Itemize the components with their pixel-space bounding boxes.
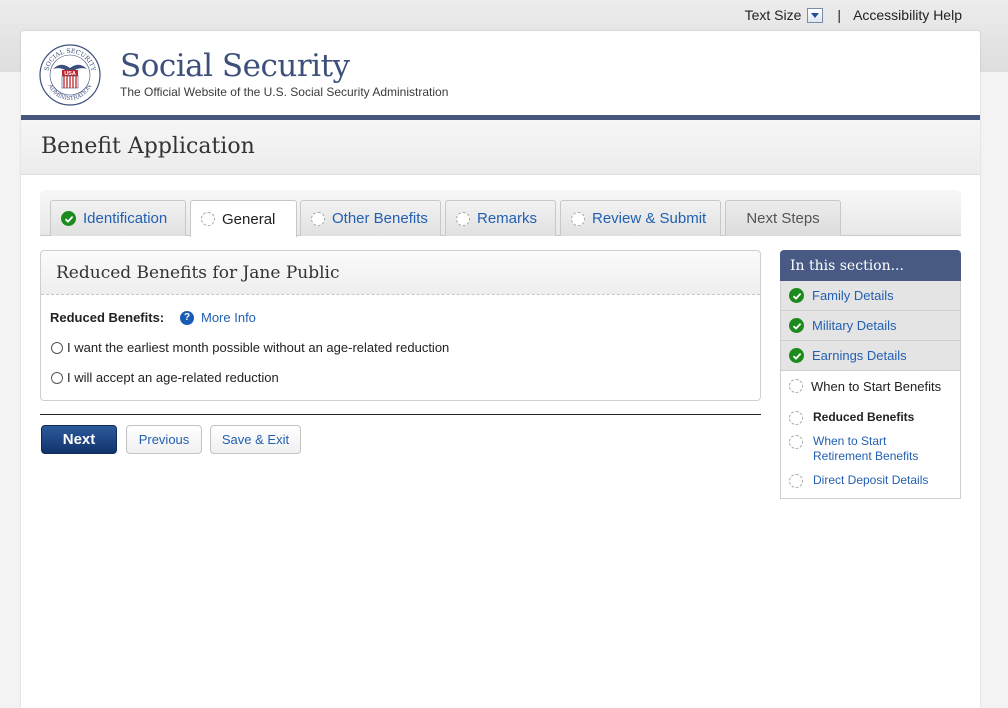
side-item-label: Family Details [812, 288, 894, 303]
check-icon [789, 318, 804, 333]
pending-circle-icon [456, 211, 470, 226]
utility-separator: | [837, 7, 842, 23]
tab-label: Other Benefits [332, 210, 428, 227]
pending-circle-icon [789, 435, 803, 449]
ssa-seal-logo[interactable]: SOCIAL SECURITY ADMINISTRATION USA [39, 44, 101, 106]
tab-other-benefits[interactable]: Other Benefits [300, 200, 441, 236]
title-band: Benefit Application [21, 120, 980, 175]
sub-item-direct-deposit[interactable]: Direct Deposit Details [781, 468, 960, 492]
side-subitems: Reduced Benefits When to Start Retiremen… [780, 401, 961, 499]
panel-title: Reduced Benefits for Jane Public [56, 263, 340, 283]
sub-item-label: Direct Deposit Details [813, 473, 929, 487]
site-title[interactable]: Social Security [120, 48, 350, 84]
sub-item-when-to-start-retirement[interactable]: When to Start Retirement Benefits [781, 429, 960, 468]
pending-circle-icon [201, 212, 215, 226]
option-label: I want the earliest month possible witho… [67, 340, 450, 355]
tab-label: Review & Submit [592, 210, 707, 227]
option-accept-reduction[interactable]: I will accept an age-related reduction [51, 370, 279, 385]
check-icon [61, 211, 76, 226]
tab-review-submit[interactable]: Review & Submit [560, 200, 721, 236]
panel-header: Reduced Benefits for Jane Public [41, 251, 760, 295]
check-icon [789, 348, 804, 363]
page-container: SOCIAL SECURITY ADMINISTRATION USA Socia… [21, 31, 980, 708]
more-info-link[interactable]: ? More Info [180, 310, 256, 325]
application-tabs: Identification General Other Benefits Re… [40, 190, 961, 237]
side-item-military-details[interactable]: Military Details [780, 311, 961, 341]
reduced-benefits-panel: Reduced Benefits for Jane Public Reduced… [40, 250, 761, 401]
side-item-family-details[interactable]: Family Details [780, 281, 961, 311]
pending-circle-icon [789, 474, 803, 488]
tab-label: Identification [83, 210, 168, 227]
tab-remarks[interactable]: Remarks [445, 200, 556, 236]
option-no-reduction[interactable]: I want the earliest month possible witho… [51, 340, 449, 355]
accessibility-help-link[interactable]: Accessibility Help [853, 7, 962, 23]
pending-circle-icon [789, 379, 803, 393]
next-button[interactable]: Next [41, 425, 117, 454]
radio-button[interactable] [51, 371, 63, 384]
site-header: SOCIAL SECURITY ADMINISTRATION USA Socia… [21, 31, 980, 120]
radio-button[interactable] [51, 341, 63, 354]
tab-label: Remarks [477, 210, 538, 227]
tab-identification[interactable]: Identification [50, 200, 186, 236]
save-exit-button[interactable]: Save & Exit [210, 425, 301, 454]
section-side-nav: In this section... Family Details Milita… [780, 250, 961, 499]
sub-item-label: When to Start Retirement Benefits [813, 434, 919, 463]
pending-circle-icon [571, 211, 585, 226]
tab-next-steps: Next Steps [725, 200, 841, 236]
site-tagline: The Official Website of the U.S. Social … [120, 85, 449, 99]
form-divider [40, 414, 761, 415]
utility-bar: Text Size | Accessibility Help [745, 7, 962, 23]
previous-button[interactable]: Previous [126, 425, 202, 454]
chevron-down-icon [811, 12, 820, 18]
side-item-when-to-start-benefits[interactable]: When to Start Benefits [780, 371, 961, 401]
help-question-icon: ? [180, 310, 194, 325]
text-size-label: Text Size [744, 7, 802, 23]
check-icon [789, 288, 804, 303]
side-item-label: When to Start Benefits [811, 378, 942, 394]
sub-item-label: Reduced Benefits [813, 410, 915, 424]
tab-label: General [222, 210, 276, 228]
pending-circle-icon [789, 411, 803, 425]
side-item-label: Earnings Details [812, 348, 907, 363]
tab-general[interactable]: General [190, 200, 297, 237]
pending-circle-icon [311, 211, 325, 226]
side-item-label: Military Details [812, 318, 897, 333]
text-size-dropdown-button[interactable] [807, 7, 824, 23]
side-item-earnings-details[interactable]: Earnings Details [780, 341, 961, 371]
tab-label: Next Steps [746, 210, 820, 227]
more-info-label: More Info [201, 310, 256, 325]
page-title: Benefit Application [41, 134, 255, 159]
sub-item-reduced-benefits[interactable]: Reduced Benefits [781, 405, 960, 429]
reduced-benefits-label: Reduced Benefits: [50, 310, 165, 325]
option-label: I will accept an age-related reduction [67, 370, 279, 385]
side-nav-heading: In this section... [780, 250, 961, 281]
